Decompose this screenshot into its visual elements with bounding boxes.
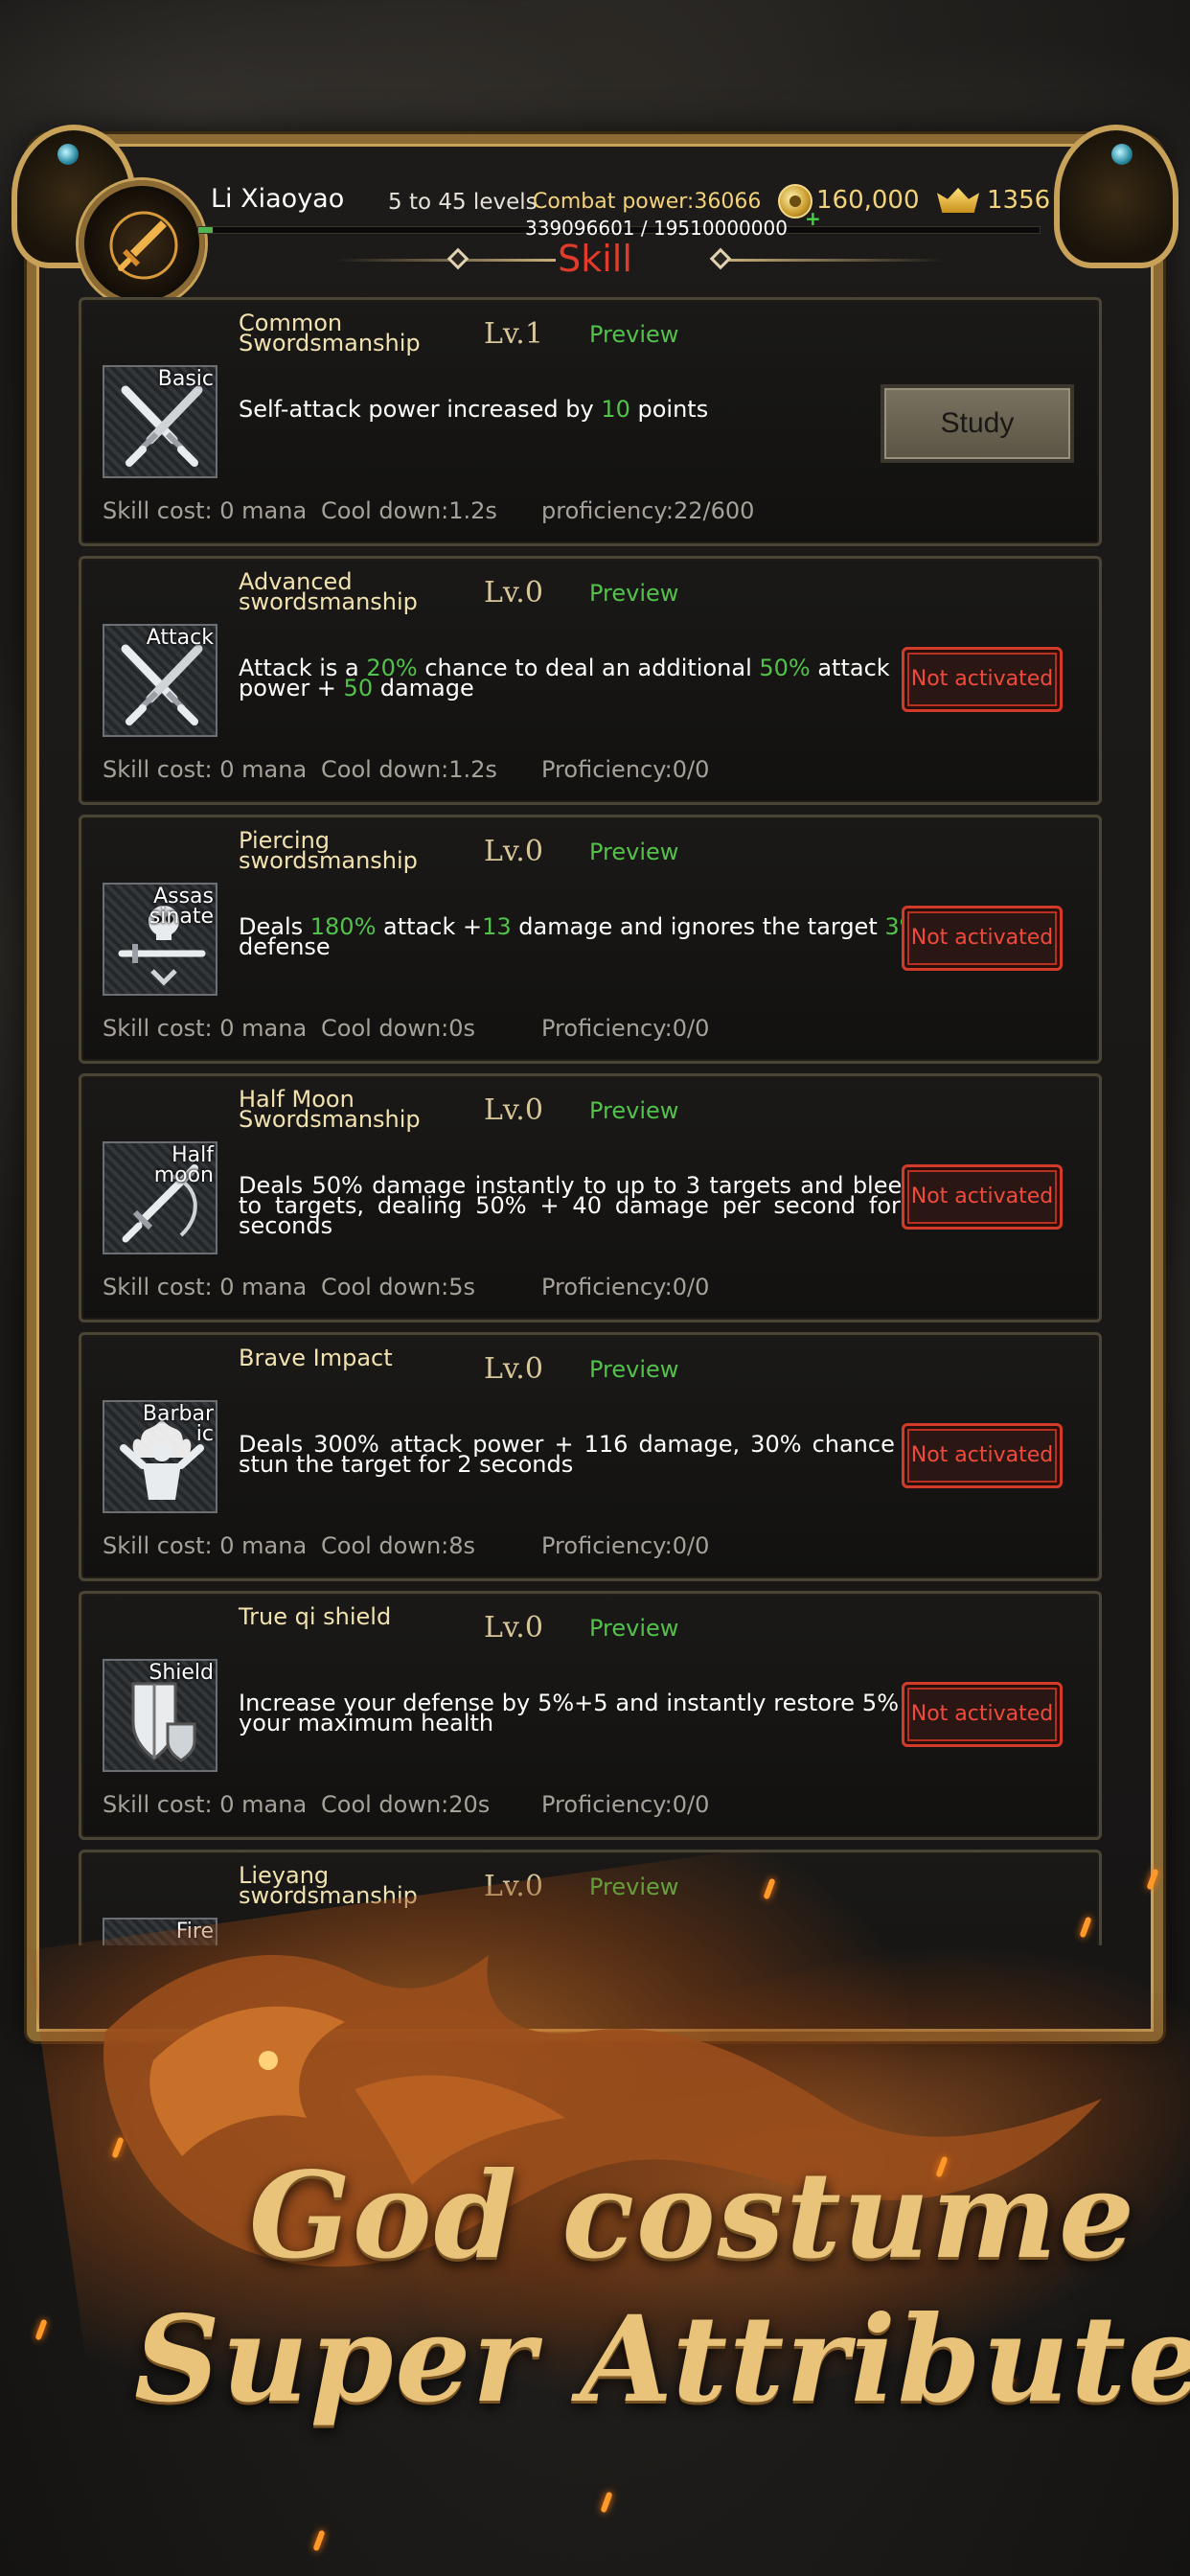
description-text: Deals 300% attack power + 116 damage, 30…	[239, 1431, 928, 1478]
skill-icon-label: Half moon	[153, 1143, 214, 1187]
exp-bar-fill	[198, 227, 213, 233]
skill-level: Lv.0	[484, 1352, 543, 1386]
skill-cooldown: Cool down:0s	[321, 1015, 476, 1042]
skill-icon-label: Shield	[149, 1661, 214, 1685]
skill-cost: Skill cost: 0 mana	[103, 1791, 308, 1818]
combat-power: Combat power:36066	[533, 190, 761, 214]
skill-icon-label: Barbaric	[142, 1402, 214, 1446]
skill-description: Attack is a 20% chance to deal an additi…	[239, 655, 928, 702]
highlight-value: 13	[482, 913, 512, 940]
skill-description: Deals 50% damage instantly to up to 3 ta…	[239, 1174, 928, 1237]
exp-text: 339096601 / 19510000000	[525, 217, 788, 240]
skill-icon-frame[interactable]: Barbaric	[103, 1400, 217, 1513]
skill-name: Brave Impact	[239, 1345, 393, 1371]
skill-cooldown: Cool down:20s	[321, 1791, 491, 1818]
skill-level: Lv.0	[484, 1093, 543, 1127]
skill-cooldown: Cool down:8s	[321, 1532, 476, 1559]
jewel-icon	[57, 144, 79, 165]
skill-card[interactable]: Half moon Half Moon Swordsmanship Lv.0 Prev…	[79, 1073, 1102, 1322]
skill-cooldown: Cool down:5s	[321, 1274, 476, 1300]
skill-icon-frame[interactable]: Assas sinate	[103, 883, 217, 996]
skill-icon-frame[interactable]: Attack	[103, 624, 217, 737]
description-text: points	[629, 396, 709, 423]
skill-proficiency: proficiency:22/600	[541, 497, 755, 524]
skill-preview-link[interactable]: Preview	[589, 1097, 678, 1124]
skill-cost: Skill cost: 0 mana	[103, 756, 308, 783]
skill-level: Lv.0	[484, 576, 543, 610]
not-activated-button[interactable]: Not activated	[902, 1164, 1063, 1230]
description-text: Self-attack power increased by	[239, 396, 602, 423]
not-activated-button[interactable]: Not activated	[902, 906, 1063, 971]
not-activated-button[interactable]: Not activated	[902, 647, 1063, 712]
skill-proficiency: Proficiency:0/0	[541, 1791, 710, 1818]
jewel-icon	[1111, 144, 1133, 165]
gold-amount: 160,000	[816, 186, 920, 215]
skill-cost: Skill cost: 0 mana	[103, 497, 308, 524]
description-text: damage and ignores the target	[511, 913, 885, 940]
description-text: Deals 50% damage instantly to up to 3 ta…	[239, 1172, 928, 1239]
ingot-amount: 1356	[987, 186, 1051, 215]
skill-proficiency: Proficiency:0/0	[541, 1274, 710, 1300]
description-text: defense	[239, 933, 331, 960]
skill-card[interactable]: Barbaric Brave Impact Lv.0 Preview Deals 300…	[79, 1332, 1102, 1581]
skill-proficiency: Proficiency:0/0	[541, 1532, 710, 1559]
skill-preview-link[interactable]: Preview	[589, 580, 678, 607]
skill-icon-frame[interactable]: Basic	[103, 365, 217, 478]
skill-level: Lv.0	[484, 835, 543, 868]
skill-card[interactable]: Basic Common Swordsmanship Lv.1 Preview Self…	[79, 297, 1102, 546]
skill-preview-link[interactable]: Preview	[589, 1615, 678, 1642]
skill-name: True qi shield	[239, 1603, 392, 1630]
description-text: attack +	[376, 913, 483, 940]
skill-preview-link[interactable]: Preview	[589, 321, 678, 348]
not-activated-button[interactable]: Not activated	[902, 1682, 1063, 1747]
player-name: Li Xiaoyao	[211, 184, 345, 214]
combat-power-label: Combat power:	[533, 190, 695, 214]
skill-cost: Skill cost: 0 mana	[103, 1532, 308, 1559]
skill-description: Increase your defense by 5%+5 and instan…	[239, 1690, 928, 1736]
skill-description: Self-attack power increased by 10 points	[239, 398, 928, 421]
skill-description: Deals 180% attack +13 damage and ignores…	[239, 915, 928, 960]
skill-level: Lv.0	[484, 1611, 543, 1644]
dragon-icon	[103, 1955, 1103, 2267]
description-text: Increase your defense by 5%+5 and instan…	[239, 1690, 928, 1736]
level-range: 5 to 45 levels	[388, 190, 538, 215]
combat-power-value: 36066	[694, 190, 762, 214]
highlight-value: 50%	[759, 655, 811, 681]
skill-card[interactable]: Assas sinate Piercing swordsmanship Lv.0 Pr…	[79, 815, 1102, 1064]
highlight-value: 50	[343, 675, 374, 702]
skill-name: Advanced swordsmanship	[239, 568, 418, 615]
page-title: Skill	[558, 238, 632, 280]
skill-cost: Skill cost: 0 mana	[103, 1015, 308, 1042]
skill-cooldown: Cool down:1.2s	[321, 756, 497, 783]
skill-icon-frame[interactable]: Shield	[103, 1659, 217, 1772]
study-button[interactable]: Study	[881, 384, 1074, 463]
not-activated-button[interactable]: Not activated	[902, 1423, 1063, 1488]
skill-icon-label: Assas sinate	[149, 885, 214, 929]
highlight-value: 10	[601, 396, 630, 423]
skill-name: Common Swordsmanship	[239, 310, 421, 356]
skill-icon-frame[interactable]: Half moon	[103, 1141, 217, 1254]
skill-description: Deals 300% attack power + 116 damage, 30…	[239, 1433, 928, 1476]
skill-cooldown: Cool down:1.2s	[321, 497, 497, 524]
skill-preview-link[interactable]: Preview	[589, 839, 678, 865]
skill-proficiency: Proficiency:0/0	[541, 1015, 710, 1042]
skill-card[interactable]: Attack Advanced swordsmanship Lv.0 Preview A…	[79, 556, 1102, 805]
skill-cost: Skill cost: 0 mana	[103, 1274, 308, 1300]
description-text: damage	[373, 675, 474, 702]
skill-name: Half Moon Swordsmanship	[239, 1086, 421, 1133]
skill-level: Lv.1	[484, 317, 543, 351]
skill-preview-link[interactable]: Preview	[589, 1356, 678, 1383]
skill-proficiency: Proficiency:0/0	[541, 756, 710, 783]
skill-name: Piercing swordsmanship	[239, 827, 418, 874]
skill-list[interactable]: Basic Common Swordsmanship Lv.1 Preview Self…	[79, 297, 1102, 1945]
skill-card[interactable]: Shield True qi shield Lv.0 Preview Increase …	[79, 1591, 1102, 1840]
banner-line-1: God costume	[249, 2147, 1137, 2286]
skill-icon-label: Basic	[157, 367, 214, 391]
skill-icon-label: Attack	[146, 626, 214, 650]
banner-line-2: Super Attribute	[134, 2290, 1190, 2429]
